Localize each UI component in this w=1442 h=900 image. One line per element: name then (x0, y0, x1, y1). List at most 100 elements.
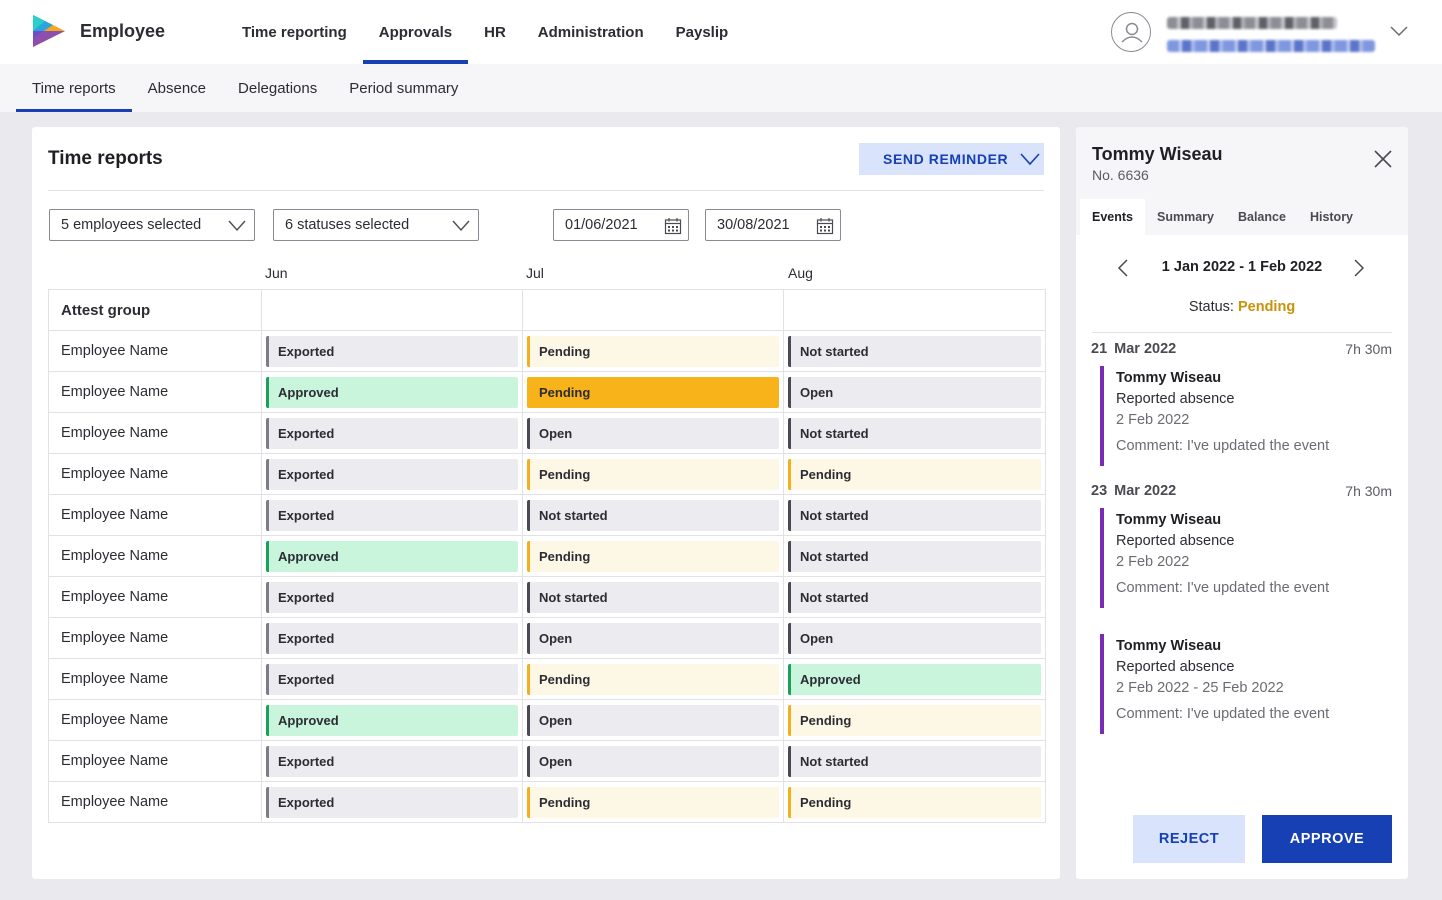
employee-name-cell[interactable]: Employee Name (48, 740, 262, 782)
event-date: 2 Feb 2022 (1116, 554, 1190, 570)
status-chip[interactable]: Exported (266, 458, 518, 490)
send-reminder-button[interactable]: SEND REMINDER (859, 143, 1044, 175)
status-chip[interactable]: Not started (527, 581, 779, 613)
time-reports-card: Time reports SEND REMINDER 5 employees s… (32, 127, 1060, 879)
employee-name-cell[interactable]: Employee Name (48, 658, 262, 700)
tab-balance[interactable]: Balance (1226, 199, 1298, 235)
chevron-down-icon (228, 220, 246, 232)
status-chip[interactable]: Approved (266, 540, 518, 572)
employee-name-cell[interactable]: Employee Name (48, 453, 262, 495)
status-cell: Approved (261, 535, 523, 577)
status-chip[interactable]: Pending (527, 540, 779, 572)
status-chip-selected[interactable]: Pending (527, 376, 779, 408)
status-chip[interactable]: Not started (527, 499, 779, 531)
chevron-down-icon (1020, 153, 1040, 165)
reject-button[interactable]: REJECT (1133, 815, 1245, 863)
status-chip[interactable]: Exported (266, 335, 518, 367)
table-row: Employee Name Exported Not started Not star… (48, 494, 1046, 536)
table-row: Employee Name Exported Pending Approved (48, 658, 1046, 700)
event-item[interactable]: Tommy Wiseau Reported absence 2 Feb 2022… (1100, 634, 1392, 734)
subnav-time-reports[interactable]: Time reports (16, 64, 132, 112)
employees-select[interactable]: 5 employees selected (49, 209, 255, 241)
status-chip[interactable]: Not started (788, 745, 1041, 777)
sub-nav: Time reports Absence Delegations Period … (0, 64, 1442, 112)
date-from-input[interactable]: 01/06/2021 (553, 209, 689, 241)
employee-name-cell[interactable]: Employee Name (48, 699, 262, 741)
employees-select-value: 5 employees selected (61, 217, 202, 233)
employee-name-cell[interactable]: Employee Name (48, 412, 262, 454)
status-chip[interactable]: Open (527, 622, 779, 654)
chevron-right-icon[interactable] (1352, 258, 1366, 278)
status-chip[interactable]: Not started (788, 581, 1041, 613)
status-chip[interactable]: Open (527, 745, 779, 777)
event-author: Tommy Wiseau (1116, 512, 1222, 528)
status-chip[interactable]: Open (527, 417, 779, 449)
status-chip[interactable]: Not started (788, 417, 1041, 449)
play-logo-icon[interactable] (31, 14, 67, 48)
date-to-input[interactable]: 30/08/2021 (705, 209, 841, 241)
status-chip[interactable]: Exported (266, 581, 518, 613)
status-chip[interactable]: Pending (788, 458, 1041, 490)
calendar-icon[interactable] (664, 217, 682, 235)
tab-history[interactable]: History (1298, 199, 1365, 235)
event-type: Reported absence (1116, 391, 1235, 407)
nav-time-reporting[interactable]: Time reporting (226, 0, 363, 64)
status-chip[interactable]: Exported (266, 499, 518, 531)
status-cell: Approved (783, 658, 1046, 700)
nav-hr[interactable]: HR (468, 0, 522, 64)
event-item[interactable]: Tommy Wiseau Reported absence 2 Feb 2022… (1100, 508, 1392, 608)
status-chip[interactable]: Pending (527, 458, 779, 490)
status-cell: Pending (522, 371, 784, 413)
subnav-delegations[interactable]: Delegations (222, 64, 333, 112)
employee-name-cell[interactable]: Employee Name (48, 617, 262, 659)
employee-name-cell[interactable]: Employee Name (48, 535, 262, 577)
status-chip[interactable]: Open (788, 376, 1041, 408)
subnav-period-summary[interactable]: Period summary (333, 64, 474, 112)
status-cell: Approved (261, 371, 523, 413)
employee-name-cell[interactable]: Employee Name (48, 371, 262, 413)
tab-events[interactable]: Events (1080, 199, 1145, 235)
event-item[interactable]: Tommy Wiseau Reported absence 2 Feb 2022… (1100, 366, 1392, 466)
subnav-absence[interactable]: Absence (132, 64, 222, 112)
status-chip[interactable]: Open (527, 704, 779, 736)
employee-name-cell[interactable]: Employee Name (48, 781, 262, 823)
page-title: Time reports (48, 148, 163, 169)
status-chip[interactable]: Approved (266, 376, 518, 408)
status-chip[interactable]: Exported (266, 417, 518, 449)
table-row: Employee Name Exported Open Not started (48, 740, 1046, 782)
nav-administration[interactable]: Administration (522, 0, 660, 64)
employee-name-cell[interactable]: Employee Name (48, 494, 262, 536)
chevron-down-icon[interactable] (1390, 25, 1408, 37)
status-chip[interactable]: Pending (788, 786, 1041, 818)
status-cell: Exported (261, 412, 523, 454)
user-info[interactable] (1167, 14, 1375, 52)
statuses-select[interactable]: 6 statuses selected (273, 209, 479, 241)
status-chip[interactable]: Approved (266, 704, 518, 736)
approve-button[interactable]: APPROVE (1262, 815, 1392, 863)
status-chip[interactable]: Pending (788, 704, 1041, 736)
status-chip[interactable]: Exported (266, 786, 518, 818)
status-cell: Not started (783, 740, 1046, 782)
status-chip[interactable]: Not started (788, 540, 1041, 572)
nav-approvals[interactable]: Approvals (362, 0, 469, 64)
status-chip[interactable]: Not started (788, 335, 1041, 367)
status-chip[interactable]: Approved (788, 663, 1041, 695)
status-cell: Exported (261, 617, 523, 659)
status-chip[interactable]: Exported (266, 622, 518, 654)
status-chip[interactable]: Not started (788, 499, 1041, 531)
status-chip[interactable]: Exported (266, 663, 518, 695)
status-chip[interactable]: Exported (266, 745, 518, 777)
tab-summary[interactable]: Summary (1145, 199, 1226, 235)
nav-payslip[interactable]: Payslip (660, 0, 745, 64)
status-chip[interactable]: Pending (527, 663, 779, 695)
status-chip[interactable]: Open (788, 622, 1041, 654)
calendar-icon[interactable] (816, 217, 834, 235)
event-type: Reported absence (1116, 659, 1235, 675)
status-chip[interactable]: Pending (527, 786, 779, 818)
employee-name-cell[interactable]: Employee Name (48, 330, 262, 372)
status-chip[interactable]: Pending (527, 335, 779, 367)
user-avatar-icon[interactable] (1111, 12, 1151, 52)
employee-name-cell[interactable]: Employee Name (48, 576, 262, 618)
close-icon[interactable] (1374, 150, 1392, 168)
user-name-redacted (1167, 17, 1337, 29)
